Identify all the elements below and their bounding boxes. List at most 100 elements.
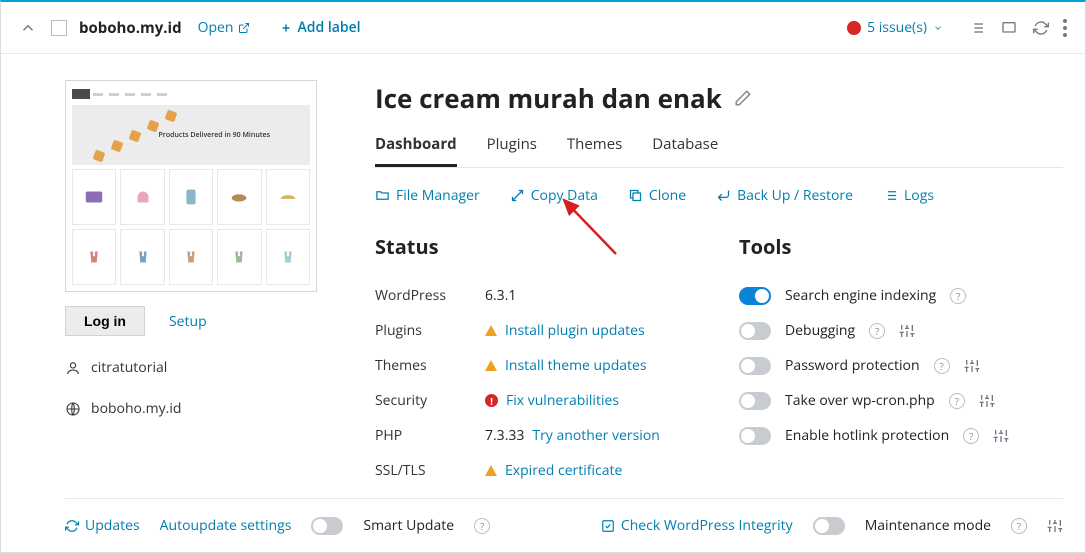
logs-link[interactable]: Logs bbox=[883, 186, 934, 205]
themes-label: Themes bbox=[375, 356, 485, 375]
wpcron-label: Take over wp-cron.php bbox=[785, 391, 935, 410]
security-fix-link[interactable]: Fix vulnerabilities bbox=[506, 391, 619, 410]
hotlink-toggle[interactable] bbox=[739, 427, 771, 445]
right-panel: Ice cream murah dan enak Dashboard Plugi… bbox=[323, 80, 1063, 488]
maintenance-toggle[interactable] bbox=[813, 517, 845, 535]
check-integrity-link[interactable]: Check WordPress Integrity bbox=[601, 516, 793, 535]
collapse-icon[interactable] bbox=[19, 19, 37, 37]
settings-icon[interactable] bbox=[899, 323, 915, 339]
check-box-icon bbox=[601, 519, 615, 533]
warning-icon bbox=[485, 360, 497, 371]
tools-column: Tools Search engine indexing ? Debugging… bbox=[739, 233, 1063, 488]
site-title: Ice cream murah dan enak bbox=[375, 80, 722, 116]
updates-link[interactable]: Updates bbox=[65, 516, 140, 535]
help-icon[interactable]: ? bbox=[963, 428, 979, 444]
copy-data-link[interactable]: Copy Data bbox=[510, 186, 598, 205]
issues-count: 5 issue(s) bbox=[867, 18, 927, 37]
tab-plugins[interactable]: Plugins bbox=[487, 134, 537, 167]
plugins-label: Plugins bbox=[375, 321, 485, 340]
owner-name: citratutorial bbox=[91, 358, 167, 377]
debugging-label: Debugging bbox=[785, 321, 855, 340]
error-icon: ! bbox=[485, 394, 498, 407]
error-dot-icon bbox=[847, 21, 861, 35]
left-panel: Products Delivered in 90 Minutes Log in bbox=[65, 80, 323, 488]
help-icon[interactable]: ? bbox=[474, 518, 490, 534]
debugging-toggle[interactable] bbox=[739, 322, 771, 340]
login-button[interactable]: Log in bbox=[65, 306, 145, 336]
issues-link[interactable]: 5 issue(s) bbox=[847, 18, 943, 37]
globe-icon bbox=[65, 401, 81, 417]
action-toolbar: File Manager Copy Data Clone Back Up / R… bbox=[375, 186, 1063, 205]
warning-icon bbox=[485, 325, 497, 336]
add-label-button[interactable]: Add label bbox=[280, 18, 361, 37]
header-bar: boboho.my.id Open Add label 5 issue(s) bbox=[1, 2, 1085, 54]
ssl-label: SSL/TLS bbox=[375, 461, 485, 480]
domain-row: boboho.my.id bbox=[65, 399, 323, 418]
more-menu-icon[interactable] bbox=[1063, 19, 1067, 37]
logs-icon bbox=[883, 188, 898, 203]
password-toggle[interactable] bbox=[739, 357, 771, 375]
header-view-icons bbox=[969, 20, 1049, 36]
folder-icon bbox=[375, 188, 390, 203]
chevron-down-icon bbox=[933, 23, 943, 33]
autoupdate-link[interactable]: Autoupdate settings bbox=[160, 516, 292, 535]
hotlink-label: Enable hotlink protection bbox=[785, 426, 949, 445]
status-heading: Status bbox=[375, 233, 699, 260]
tools-heading: Tools bbox=[739, 233, 1063, 260]
settings-icon[interactable] bbox=[993, 428, 1009, 444]
tab-themes[interactable]: Themes bbox=[567, 134, 622, 167]
search-indexing-label: Search engine indexing bbox=[785, 286, 936, 305]
search-indexing-toggle[interactable] bbox=[739, 287, 771, 305]
setup-link[interactable]: Setup bbox=[169, 312, 207, 331]
status-column: Status WordPress6.3.1 Plugins Install plu… bbox=[375, 233, 699, 488]
ssl-cert-link[interactable]: Expired certificate bbox=[505, 461, 622, 480]
password-label: Password protection bbox=[785, 356, 920, 375]
help-icon[interactable]: ? bbox=[949, 393, 965, 409]
refresh-icon[interactable] bbox=[1033, 20, 1049, 36]
list-view-icon[interactable] bbox=[969, 20, 985, 36]
smart-update-label: Smart Update bbox=[363, 516, 454, 535]
help-icon[interactable]: ? bbox=[1011, 518, 1027, 534]
file-manager-link[interactable]: File Manager bbox=[375, 186, 480, 205]
footer-bar: Updates Autoupdate settings Smart Update… bbox=[65, 498, 1063, 552]
tab-dashboard[interactable]: Dashboard bbox=[375, 134, 457, 167]
select-checkbox[interactable] bbox=[51, 20, 67, 36]
settings-icon[interactable] bbox=[979, 393, 995, 409]
themes-update-link[interactable]: Install theme updates bbox=[505, 356, 647, 375]
plus-icon bbox=[280, 22, 292, 34]
clone-link[interactable]: Clone bbox=[628, 186, 686, 205]
open-label: Open bbox=[198, 18, 234, 37]
wpcron-toggle[interactable] bbox=[739, 392, 771, 410]
external-link-icon bbox=[238, 22, 250, 34]
plugins-update-link[interactable]: Install plugin updates bbox=[505, 321, 645, 340]
wordpress-label: WordPress bbox=[375, 286, 485, 305]
add-label-text: Add label bbox=[298, 18, 361, 37]
card-view-icon[interactable] bbox=[1001, 20, 1017, 36]
settings-icon[interactable] bbox=[964, 358, 980, 374]
refresh-icon bbox=[65, 519, 79, 533]
edit-title-icon[interactable] bbox=[734, 89, 752, 107]
copy-icon bbox=[510, 188, 525, 203]
tabs: Dashboard Plugins Themes Database bbox=[375, 134, 1063, 168]
site-preview-thumbnail[interactable]: Products Delivered in 90 Minutes bbox=[65, 80, 317, 292]
maintenance-label: Maintenance mode bbox=[865, 516, 991, 535]
help-icon[interactable]: ? bbox=[934, 358, 950, 374]
php-change-link[interactable]: Try another version bbox=[532, 426, 659, 445]
settings-icon[interactable] bbox=[1047, 518, 1063, 534]
user-icon bbox=[65, 360, 81, 376]
backup-link[interactable]: Back Up / Restore bbox=[716, 186, 853, 205]
warning-icon bbox=[485, 465, 497, 476]
security-label: Security bbox=[375, 391, 485, 410]
php-version: 7.3.33 bbox=[485, 426, 524, 445]
wordpress-version: 6.3.1 bbox=[485, 286, 516, 305]
help-icon[interactable]: ? bbox=[950, 288, 966, 304]
smart-update-toggle[interactable] bbox=[311, 517, 343, 535]
open-site-link[interactable]: Open bbox=[198, 18, 250, 37]
clone-icon bbox=[628, 188, 643, 203]
domain-title: boboho.my.id bbox=[79, 18, 182, 38]
domain-text: boboho.my.id bbox=[91, 399, 181, 418]
backup-icon bbox=[716, 188, 731, 203]
owner-row: citratutorial bbox=[65, 358, 323, 377]
help-icon[interactable]: ? bbox=[869, 323, 885, 339]
tab-database[interactable]: Database bbox=[652, 134, 718, 167]
